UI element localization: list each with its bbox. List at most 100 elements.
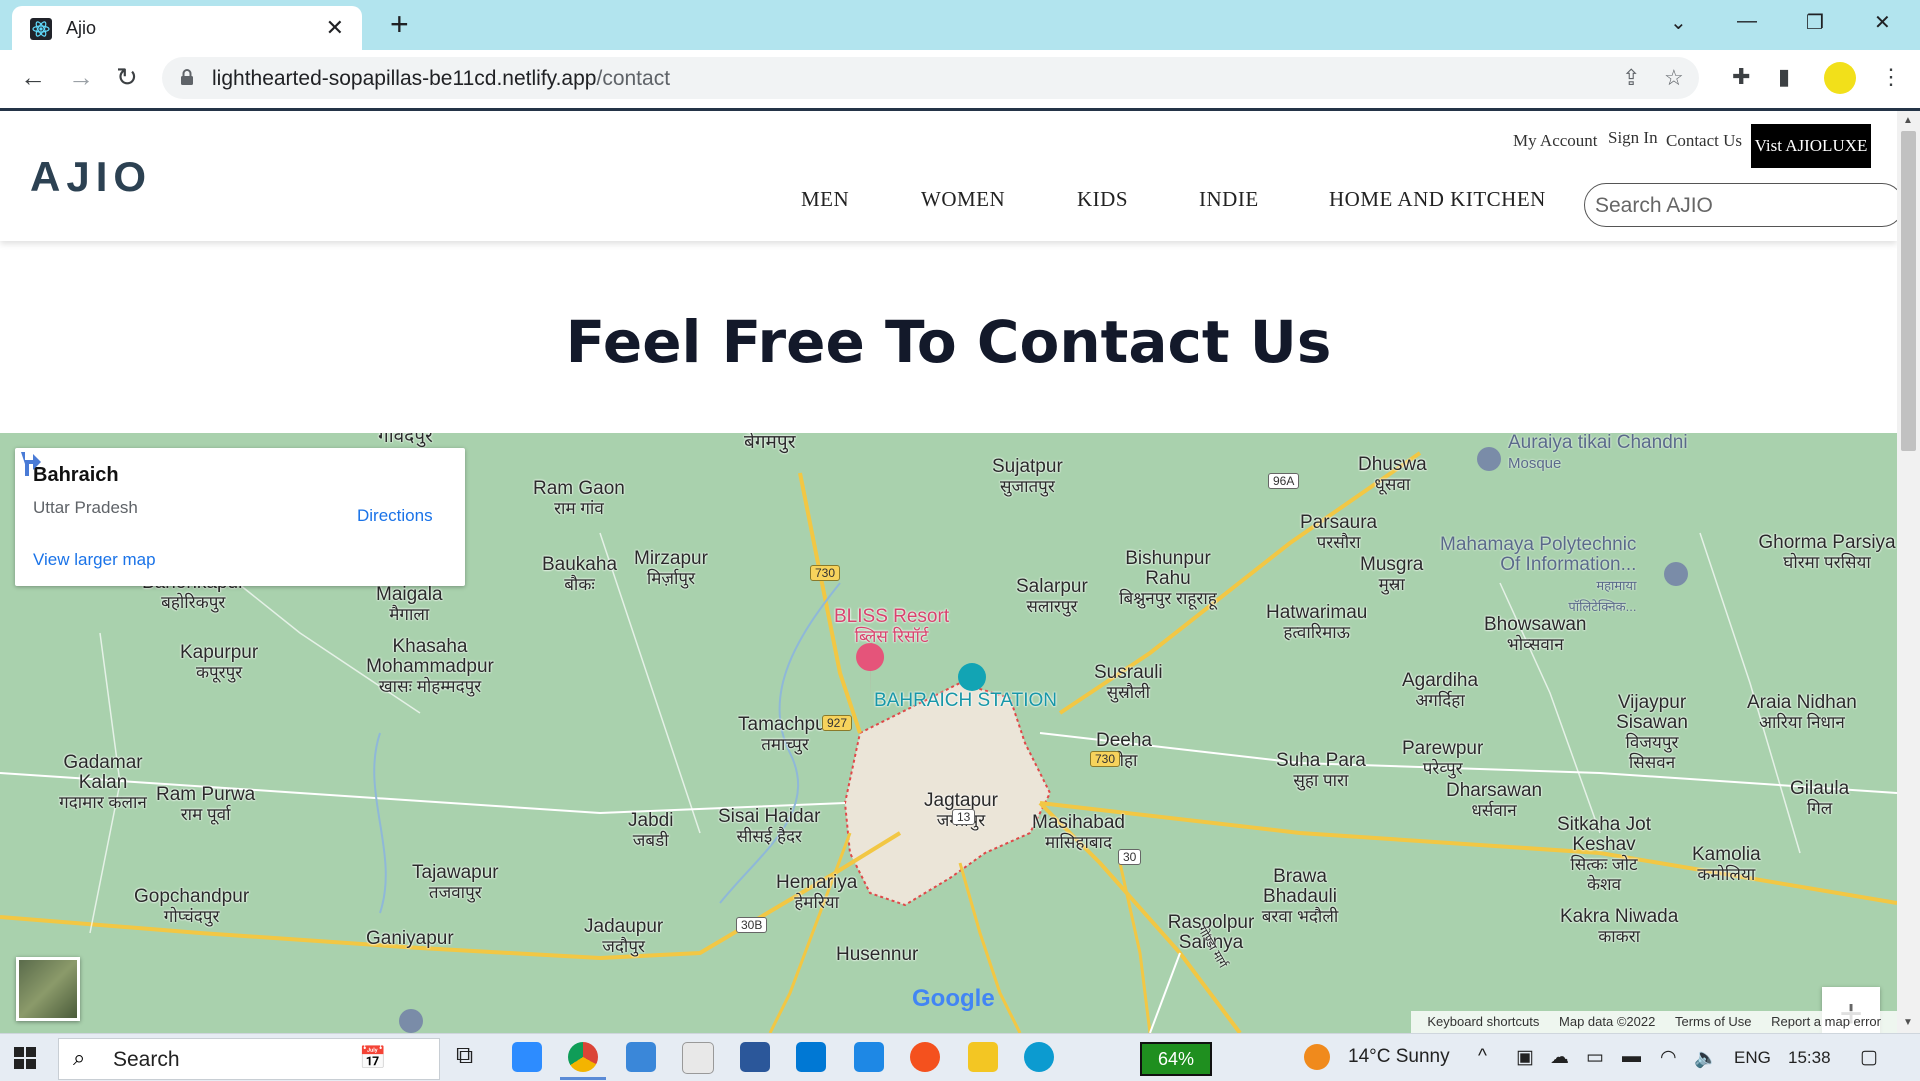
map-place: Sujatpur सुजातपुर [992, 456, 1063, 497]
weather-text[interactable]: 14°C Sunny [1348, 1046, 1450, 1068]
page-title: Feel Free To Contact Us [565, 307, 1332, 376]
taskbar-search[interactable]: ⌕ Search 📅 [58, 1038, 440, 1080]
map-place: Dhuswa धूसवा [1358, 454, 1427, 495]
map-place: Mirzapur मिर्ज़ापुर [634, 548, 708, 589]
polytechnic-label[interactable]: Mahamaya Polytechnic Of Information... महा… [1440, 535, 1636, 617]
map-place: Kapurpur कपूरपुर [180, 642, 259, 683]
cloud-icon[interactable]: ☁ [1550, 1046, 1569, 1069]
map-place: Jadaupur जदौपुर [584, 916, 664, 957]
mail-app-icon[interactable] [854, 1042, 884, 1072]
react-icon [30, 18, 52, 40]
report-map-error-link[interactable]: Report a map error [1771, 1014, 1881, 1029]
road-shield: 730 [810, 565, 841, 581]
road-shield: 730 [1090, 751, 1121, 767]
menu-dots-icon[interactable]: ⋮ [1880, 64, 1902, 90]
side-panel-icon[interactable]: ▮ [1778, 64, 1790, 90]
visit-ajioluxe-button[interactable]: Vist AJIOLUXE [1751, 124, 1871, 168]
restore-icon[interactable]: ❐ [1806, 10, 1824, 35]
forward-icon[interactable]: → [68, 62, 94, 93]
nav-kids[interactable]: KIDS [1077, 187, 1128, 212]
bliss-resort-label[interactable]: BLISS Resort ब्लिस रिसॉर्ट [834, 607, 949, 647]
meet-icon[interactable]: ▣ [1516, 1046, 1534, 1069]
battery-icon[interactable]: ▬ [1622, 1046, 1641, 1068]
task-view-icon[interactable]: ⧉ [456, 1042, 473, 1070]
windows-start-icon[interactable] [14, 1047, 36, 1069]
road-shield: 30 [1118, 849, 1142, 865]
directions-label[interactable]: Directions [357, 506, 433, 526]
page-viewport: AJIO My Account Sign In Contact Us Vist … [0, 111, 1897, 1033]
my-account-link[interactable]: My Account [1513, 131, 1598, 151]
google-map[interactable]: गांवदपुर बेगमपुर Sujatpur सुजातपुर Ram Ga… [0, 433, 1897, 1033]
bookmark-star-icon[interactable]: ☆ [1664, 65, 1684, 91]
nav-women[interactable]: WOMEN [921, 187, 1005, 212]
word-app-icon[interactable] [740, 1042, 770, 1072]
map-info-card: Bahraich Uttar Pradesh View larger map D… [15, 448, 465, 586]
reload-icon[interactable]: ↻ [116, 62, 138, 93]
site-logo[interactable]: AJIO [30, 153, 152, 201]
explorer-app-icon[interactable] [968, 1042, 998, 1072]
scroll-up-icon[interactable]: ▲ [1903, 115, 1913, 126]
mosque-label[interactable]: Auraiya tikai Chandni Mosque [1508, 433, 1688, 474]
site-search-input[interactable] [1593, 193, 1897, 219]
display-icon[interactable]: ▭ [1586, 1046, 1604, 1069]
browser-tab-bar: Ajio ✕ + ⌄ — ❐ ✕ [0, 0, 1920, 50]
edge-app-icon[interactable] [1024, 1042, 1054, 1072]
extensions-icon[interactable]: ✚ [1732, 64, 1750, 90]
site-header: AJIO My Account Sign In Contact Us Vist … [0, 111, 1897, 241]
taskbar-search-label: Search [113, 1048, 180, 1071]
map-place: Khasaha Mohammadpur खासः मोहम्मदपुर [366, 636, 494, 697]
satellite-toggle[interactable] [16, 957, 80, 1021]
close-window-icon[interactable]: ✕ [1874, 10, 1891, 35]
map-place: Sitkaha Jot Keshav सित्कः जोट केशव [1557, 814, 1651, 895]
wifi-icon[interactable]: ◠ [1660, 1046, 1677, 1069]
map-place: Parsaura परसौरा [1300, 512, 1378, 553]
zoom-app-icon[interactable] [512, 1042, 542, 1072]
terms-of-use-link[interactable]: Terms of Use [1675, 1014, 1752, 1029]
new-tab-icon[interactable]: + [390, 8, 409, 40]
map-place: Tajawapur तजवापुर [412, 862, 499, 903]
map-place: Hatwarimau हत्वारिमाऊ [1266, 602, 1368, 643]
bahraich-station-label[interactable]: BAHRAICH STATION [874, 691, 1057, 711]
scroll-down-icon[interactable]: ▼ [1903, 1017, 1913, 1028]
keyboard-shortcuts-link[interactable]: Keyboard shortcuts [1427, 1014, 1539, 1029]
page-scrollbar[interactable]: ▲ ▼ [1897, 111, 1920, 1033]
nav-home-and-kitchen[interactable]: HOME AND KITCHEN [1329, 187, 1546, 212]
map-place: Susrauli सुस्रौली [1094, 662, 1163, 703]
tray-chevron-icon[interactable]: ^ [1478, 1046, 1487, 1068]
battery-meter[interactable]: 64% [1140, 1042, 1212, 1076]
clock[interactable]: 15:38 [1788, 1048, 1831, 1068]
map-place: Salarpur सलारपुर [1016, 576, 1088, 617]
map-place: Gopchandpur गोप्चंदपुर [134, 886, 250, 927]
minimize-icon[interactable]: — [1737, 10, 1757, 33]
postman-app-icon[interactable] [910, 1042, 940, 1072]
chrome-app-icon[interactable] [568, 1042, 598, 1072]
notifications-icon[interactable]: ▢ [1860, 1046, 1878, 1069]
close-tab-icon[interactable]: ✕ [326, 15, 344, 41]
tab-search-icon[interactable]: ⌄ [1670, 10, 1687, 35]
volume-icon[interactable]: 🔈 [1694, 1046, 1718, 1070]
map-place: Agardiha अगर्दिहा [1402, 670, 1479, 711]
map-place: Jabdi जबडी [628, 810, 674, 851]
vscode-app-icon[interactable] [796, 1042, 826, 1072]
google-logo: Google [912, 985, 995, 1012]
contact-us-link[interactable]: Contact Us [1666, 131, 1742, 151]
scroll-thumb[interactable] [1901, 131, 1916, 451]
language-indicator[interactable]: ENG [1734, 1048, 1771, 1068]
browser-tab[interactable]: Ajio ✕ [12, 6, 362, 50]
address-bar[interactable]: lighthearted-sopapillas-be11cd.netlify.a… [162, 57, 1699, 99]
calendar-widget-icon: 📅 [359, 1045, 387, 1070]
nav-indie[interactable]: INDIE [1199, 187, 1259, 212]
back-icon[interactable]: ← [20, 62, 46, 93]
map-place: Suha Para सुहा पारा [1276, 750, 1366, 791]
share-icon[interactable]: ⇪ [1622, 65, 1640, 91]
directions-icon[interactable] [15, 448, 45, 478]
file-app-icon[interactable] [626, 1042, 656, 1072]
view-larger-map-link[interactable]: View larger map [33, 550, 156, 570]
map-place: गांवदपुर [378, 433, 433, 447]
slack-app-icon[interactable] [682, 1042, 714, 1074]
map-place: Sisai Haidar सीसई हैदर [718, 806, 821, 847]
nav-men[interactable]: MEN [801, 187, 849, 212]
profile-avatar[interactable] [1824, 62, 1856, 94]
sign-in-link[interactable]: Sign In [1608, 128, 1658, 148]
site-search-box[interactable] [1584, 183, 1897, 227]
